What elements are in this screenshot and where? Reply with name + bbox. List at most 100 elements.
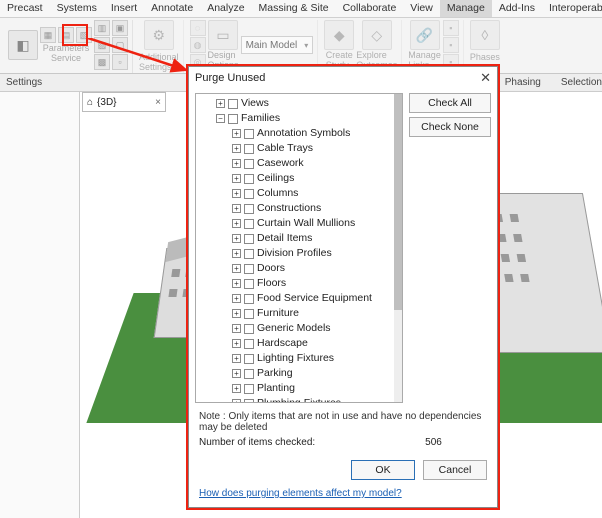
tree-node[interactable]: +Curtain Wall Mullions bbox=[200, 216, 394, 231]
checkbox[interactable] bbox=[228, 99, 238, 109]
tree-node[interactable]: +Parking bbox=[200, 366, 394, 381]
expand-icon[interactable]: + bbox=[232, 369, 241, 378]
checkbox[interactable] bbox=[244, 369, 254, 379]
expand-icon[interactable]: + bbox=[232, 189, 241, 198]
tree-node[interactable]: +Furniture bbox=[200, 306, 394, 321]
materials-button[interactable]: ◧ bbox=[8, 30, 38, 60]
checkbox[interactable] bbox=[244, 279, 254, 289]
expand-icon[interactable]: + bbox=[232, 264, 241, 273]
tree-node[interactable]: +Generic Models bbox=[200, 321, 394, 336]
tree-node[interactable]: +Constructions bbox=[200, 201, 394, 216]
help-link[interactable]: How does purging elements affect my mode… bbox=[189, 484, 497, 507]
checkbox[interactable] bbox=[244, 294, 254, 304]
tab-annotate[interactable]: Annotate bbox=[144, 0, 200, 17]
cancel-button[interactable]: Cancel bbox=[423, 460, 487, 480]
checkbox[interactable] bbox=[244, 234, 254, 244]
ok-button[interactable]: OK bbox=[351, 460, 415, 480]
expand-icon[interactable]: + bbox=[232, 204, 241, 213]
checkbox[interactable] bbox=[244, 189, 254, 199]
main-model-combo[interactable]: Main Model bbox=[241, 36, 314, 54]
tree-node[interactable]: +Cable Trays bbox=[200, 141, 394, 156]
checkbox[interactable] bbox=[244, 339, 254, 349]
additional-settings-button[interactable]: ⚙ bbox=[144, 20, 174, 50]
tab-manage[interactable]: Manage bbox=[440, 0, 492, 17]
tree-node[interactable]: +Floors bbox=[200, 276, 394, 291]
expand-icon[interactable]: + bbox=[232, 279, 241, 288]
manage-images-button[interactable]: ▪ bbox=[443, 20, 459, 36]
view-tab-3d[interactable]: ⌂ {3D} × bbox=[82, 92, 166, 112]
explore-outcomes-button[interactable]: ◇ bbox=[362, 20, 392, 50]
checkbox[interactable] bbox=[244, 159, 254, 169]
expand-icon[interactable]: + bbox=[232, 354, 241, 363]
create-study-button[interactable]: ◆ bbox=[324, 20, 354, 50]
checkbox[interactable] bbox=[244, 219, 254, 229]
tab-interop[interactable]: Interoperability Tools bbox=[542, 0, 602, 17]
expand-icon[interactable]: − bbox=[216, 114, 225, 123]
expand-icon[interactable]: + bbox=[232, 219, 241, 228]
check-all-button[interactable]: Check All bbox=[409, 93, 491, 113]
decal-types-button[interactable]: ▪ bbox=[443, 37, 459, 53]
tree-node[interactable]: +Casework bbox=[200, 156, 394, 171]
checkbox[interactable] bbox=[244, 264, 254, 274]
expand-icon[interactable]: + bbox=[232, 384, 241, 393]
checkbox[interactable] bbox=[244, 144, 254, 154]
purge-unused-button[interactable]: ▣ bbox=[112, 20, 128, 36]
design-options-button[interactable]: ▭ bbox=[208, 20, 238, 50]
tree-node[interactable]: −Families bbox=[200, 111, 394, 126]
expand-icon[interactable]: + bbox=[232, 309, 241, 318]
expand-icon[interactable]: + bbox=[232, 174, 241, 183]
purge-tree[interactable]: +Views−Families+Annotation Symbols+Cable… bbox=[195, 93, 403, 403]
checkbox[interactable] bbox=[244, 399, 254, 403]
global-params-button[interactable]: ▨ bbox=[94, 37, 110, 53]
tab-analyze[interactable]: Analyze bbox=[200, 0, 251, 17]
tree-node[interactable]: +Food Service Equipment bbox=[200, 291, 394, 306]
expand-icon[interactable]: + bbox=[232, 159, 241, 168]
object-styles-button[interactable]: ▦ bbox=[40, 27, 56, 43]
tree-node[interactable]: +Plumbing Fixtures bbox=[200, 396, 394, 402]
expand-icon[interactable]: + bbox=[216, 99, 225, 108]
tree-node[interactable]: +Hardscape bbox=[200, 336, 394, 351]
expand-icon[interactable]: + bbox=[232, 144, 241, 153]
tab-massing[interactable]: Massing & Site bbox=[252, 0, 336, 17]
project-units-button[interactable]: ▢ bbox=[112, 37, 128, 53]
tree-node[interactable]: +Columns bbox=[200, 186, 394, 201]
tree-node[interactable]: +Doors bbox=[200, 261, 394, 276]
location-button[interactable]: ◌ bbox=[190, 20, 206, 36]
expand-icon[interactable]: + bbox=[232, 339, 241, 348]
checkbox[interactable] bbox=[244, 129, 254, 139]
tab-addins[interactable]: Add-Ins bbox=[492, 0, 542, 17]
tab-systems[interactable]: Systems bbox=[50, 0, 104, 17]
tree-node[interactable]: +Detail Items bbox=[200, 231, 394, 246]
misc-settings-button[interactable]: ▫ bbox=[112, 54, 128, 70]
checkbox[interactable] bbox=[244, 324, 254, 334]
tab-precast[interactable]: Precast bbox=[0, 0, 50, 17]
tree-node[interactable]: +Annotation Symbols bbox=[200, 126, 394, 141]
expand-icon[interactable]: + bbox=[232, 129, 241, 138]
expand-icon[interactable]: + bbox=[232, 234, 241, 243]
tab-insert[interactable]: Insert bbox=[104, 0, 144, 17]
check-none-button[interactable]: Check None bbox=[409, 117, 491, 137]
tab-collaborate[interactable]: Collaborate bbox=[336, 0, 404, 17]
expand-icon[interactable]: + bbox=[232, 294, 241, 303]
expand-icon[interactable]: + bbox=[232, 324, 241, 333]
tree-node[interactable]: +Ceilings bbox=[200, 171, 394, 186]
checkbox[interactable] bbox=[244, 204, 254, 214]
close-view-icon[interactable]: × bbox=[155, 97, 161, 108]
checkbox[interactable] bbox=[228, 114, 238, 124]
manage-links-button[interactable]: 🔗 bbox=[410, 20, 440, 50]
tree-node[interactable]: +Lighting Fixtures bbox=[200, 351, 394, 366]
coordinates-button[interactable]: ◍ bbox=[190, 37, 206, 53]
transfer-button[interactable]: ▩ bbox=[94, 54, 110, 70]
close-icon[interactable]: ✕ bbox=[480, 70, 491, 86]
checkbox[interactable] bbox=[244, 384, 254, 394]
checkbox[interactable] bbox=[244, 354, 254, 364]
checkbox[interactable] bbox=[244, 309, 254, 319]
checkbox[interactable] bbox=[244, 249, 254, 259]
expand-icon[interactable]: + bbox=[232, 249, 241, 258]
tree-node[interactable]: +Division Profiles bbox=[200, 246, 394, 261]
tree-node[interactable]: +Planting bbox=[200, 381, 394, 396]
checkbox[interactable] bbox=[244, 174, 254, 184]
phases-button[interactable]: ◊ bbox=[470, 20, 500, 50]
tab-view[interactable]: View bbox=[403, 0, 440, 17]
shared-params-button[interactable]: ▥ bbox=[94, 20, 110, 36]
